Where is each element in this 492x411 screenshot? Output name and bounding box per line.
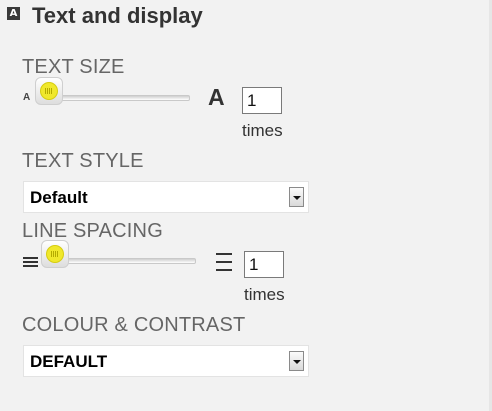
text-size-input[interactable] [242, 87, 282, 114]
text-size-unit: times [242, 121, 283, 140]
text-size-small-icon: A [23, 92, 31, 103]
colour-contrast-label: COLOUR & CONTRAST [22, 314, 246, 336]
colour-contrast-select[interactable]: DEFAULT [23, 345, 309, 377]
slider-knob-icon [40, 82, 58, 100]
panel-title: Text and display [32, 3, 203, 28]
line-spacing-large-icon [216, 253, 232, 277]
line-spacing-small-icon [23, 257, 38, 269]
chevron-down-icon[interactable] [289, 187, 304, 207]
text-style-label: TEXT STYLE [22, 150, 144, 172]
line-spacing-input[interactable] [244, 251, 284, 278]
text-size-large-icon: A [208, 84, 225, 110]
line-spacing-slider-thumb[interactable] [41, 240, 69, 268]
text-size-label: TEXT SIZE [22, 56, 125, 78]
line-spacing-label: LINE SPACING [22, 220, 163, 242]
slider-knob-icon [46, 245, 64, 263]
text-size-slider-thumb[interactable] [35, 77, 63, 105]
text-style-selected-value: Default [30, 188, 88, 207]
text-display-icon: A [7, 7, 20, 20]
text-style-select[interactable]: Default [23, 181, 309, 213]
chevron-down-icon[interactable] [289, 351, 304, 371]
line-spacing-unit: times [244, 285, 285, 304]
colour-contrast-selected-value: DEFAULT [30, 352, 108, 371]
